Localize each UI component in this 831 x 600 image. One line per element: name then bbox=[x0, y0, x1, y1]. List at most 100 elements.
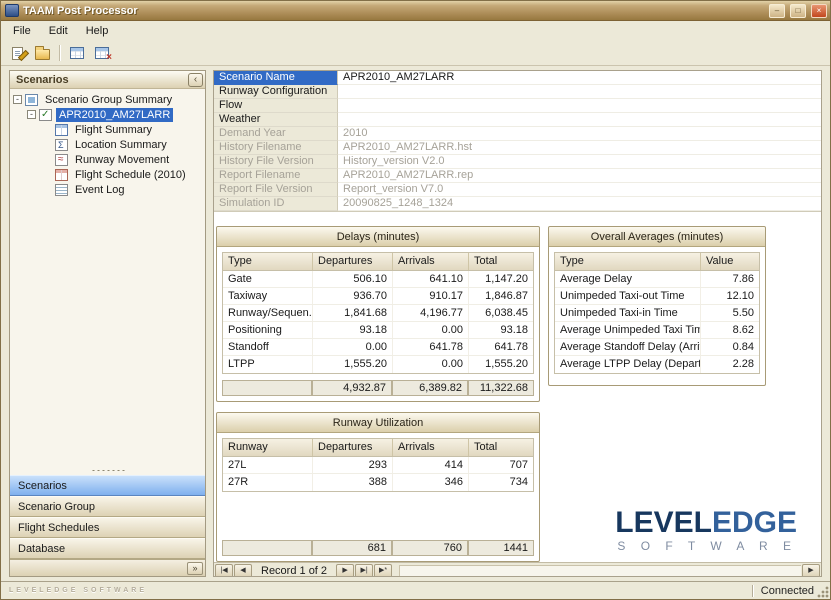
runway-title: Runway Utilization bbox=[217, 413, 539, 433]
tree-item[interactable]: - Runway Movement bbox=[10, 152, 205, 167]
averages-table-row: Average LTPP Delay (Departures) 2.28 bbox=[555, 356, 759, 373]
property-label: Flow bbox=[214, 99, 338, 113]
runway-table-row: 27R 388 346 734 bbox=[223, 474, 533, 491]
last-record-button[interactable]: ▶| bbox=[355, 564, 373, 577]
property-row[interactable]: History File Version History_version V2.… bbox=[214, 155, 821, 169]
property-label: Simulation ID bbox=[214, 197, 338, 211]
status-separator bbox=[752, 585, 753, 597]
tree-item[interactable]: - Flight Schedule (2010) bbox=[10, 167, 205, 182]
sidebar-overflow-button[interactable]: » bbox=[187, 562, 203, 575]
resize-grip[interactable] bbox=[816, 585, 829, 598]
delays-table-row: LTPP 1,555.20 0.00 1,555.20 bbox=[223, 356, 533, 373]
column-header: Arrivals bbox=[393, 439, 469, 456]
tree-item[interactable]: - Event Log bbox=[10, 182, 205, 197]
sidebar-nav-button[interactable]: Flight Schedules bbox=[10, 517, 205, 538]
property-value: Report_version V7.0 bbox=[338, 183, 821, 197]
runway-totals-row: 681 760 1441 bbox=[222, 540, 534, 556]
property-row[interactable]: Flow bbox=[214, 99, 821, 113]
column-header: Value bbox=[701, 253, 759, 270]
new-record-button[interactable]: ▶* bbox=[374, 564, 392, 577]
sidebar-nav-button[interactable]: Database bbox=[10, 538, 205, 559]
minimize-button[interactable]: – bbox=[769, 4, 785, 18]
property-row[interactable]: Weather bbox=[214, 113, 821, 127]
tree-item-icon bbox=[55, 184, 68, 196]
tree-item[interactable]: - Scenario Group Summary bbox=[10, 92, 205, 107]
menu-item[interactable]: Help bbox=[77, 23, 118, 40]
summary-boxes-row: Delays (minutes) Type Departures Arrival… bbox=[216, 226, 821, 402]
property-label: Scenario Name bbox=[214, 71, 338, 85]
open-folder-icon bbox=[35, 49, 50, 60]
edit-report-button[interactable] bbox=[6, 43, 28, 63]
property-label: Report Filename bbox=[214, 169, 338, 183]
table-icon bbox=[70, 47, 84, 59]
leveledge-logo: LEVELEDGE S O F T W A R E bbox=[615, 508, 797, 552]
sidebar-nav-button[interactable]: Scenario Group bbox=[10, 496, 205, 517]
first-record-button[interactable]: |◀ bbox=[215, 564, 233, 577]
property-row[interactable]: Report File Version Report_version V7.0 bbox=[214, 183, 821, 197]
delays-table-row: Runway/Sequen... 1,841.68 4,196.77 6,038… bbox=[223, 305, 533, 322]
column-header: Total bbox=[469, 439, 533, 456]
app-window: TAAM Post Processor – □ × File Edit Help… bbox=[0, 0, 831, 600]
tree-item[interactable]: - Flight Summary bbox=[10, 122, 205, 137]
maximize-button[interactable]: □ bbox=[790, 4, 806, 18]
property-value bbox=[338, 99, 821, 113]
delays-table-row: Taxiway 936.70 910.17 1,846.87 bbox=[223, 288, 533, 305]
column-header: Runway bbox=[223, 439, 313, 456]
close-table-button[interactable] bbox=[91, 43, 113, 63]
tree-item-icon bbox=[25, 94, 38, 106]
property-value: 2010 bbox=[338, 127, 821, 141]
property-label: Runway Configuration bbox=[214, 85, 338, 99]
property-row[interactable]: History Filename APR2010_AM27LARR.hst bbox=[214, 141, 821, 155]
tree-expander-icon[interactable]: - bbox=[27, 110, 36, 119]
logo-edge-text: EDGE bbox=[712, 506, 797, 539]
averages-table-row: Average Unimpeded Taxi Time 8.62 bbox=[555, 322, 759, 339]
scenario-tree: - Scenario Group Summary - APR2010_AM27L… bbox=[10, 89, 205, 466]
tree-expander-icon[interactable]: - bbox=[13, 95, 22, 104]
menu-bar: File Edit Help bbox=[1, 21, 830, 41]
property-value: APR2010_AM27LARR bbox=[338, 71, 821, 85]
sidebar-nav-button[interactable]: Scenarios bbox=[10, 475, 205, 496]
property-row[interactable]: Report Filename APR2010_AM27LARR.rep bbox=[214, 169, 821, 183]
prev-record-button[interactable]: ◀ bbox=[234, 564, 252, 577]
tree-item-label: Flight Summary bbox=[72, 123, 155, 137]
open-button[interactable] bbox=[31, 43, 53, 63]
averages-table-row: Unimpeded Taxi-out Time 12.10 bbox=[555, 288, 759, 305]
delays-table-header: Type Departures Arrivals Total bbox=[223, 253, 533, 271]
delays-table-row: Positioning 93.18 0.00 93.18 bbox=[223, 322, 533, 339]
sidebar-footer: » bbox=[10, 559, 205, 576]
horizontal-scrollbar-track[interactable] bbox=[399, 565, 801, 578]
tree-item-icon bbox=[55, 139, 68, 151]
property-label: Report File Version bbox=[214, 183, 338, 197]
close-button[interactable]: × bbox=[811, 4, 827, 18]
scenario-properties-grid: Scenario Name APR2010_AM27LARR Runway Co… bbox=[214, 71, 821, 212]
menu-item[interactable]: File bbox=[4, 23, 40, 40]
scroll-right-button[interactable]: ▶ bbox=[802, 564, 820, 577]
logo-level-text: LEVEL bbox=[615, 506, 712, 539]
tree-item-icon bbox=[55, 169, 68, 181]
property-label: Weather bbox=[214, 113, 338, 127]
averages-title: Overall Averages (minutes) bbox=[549, 227, 765, 247]
property-value bbox=[338, 85, 821, 99]
averages-table-header: Type Value bbox=[555, 253, 759, 271]
property-row[interactable]: Demand Year 2010 bbox=[214, 127, 821, 141]
window-title: TAAM Post Processor bbox=[23, 5, 764, 17]
column-header: Total bbox=[469, 253, 533, 270]
property-row[interactable]: Scenario Name APR2010_AM27LARR bbox=[214, 71, 821, 85]
property-row[interactable]: Simulation ID 20090825_1248_1324 bbox=[214, 197, 821, 211]
tree-item-icon bbox=[39, 109, 52, 121]
tree-item[interactable]: - Location Summary bbox=[10, 137, 205, 152]
property-row[interactable]: Runway Configuration bbox=[214, 85, 821, 99]
next-record-button[interactable]: ▶ bbox=[336, 564, 354, 577]
tree-item-label: Flight Schedule (2010) bbox=[72, 168, 189, 182]
collapse-panel-button[interactable]: ‹ bbox=[188, 73, 203, 87]
tree-item[interactable]: - APR2010_AM27LARR bbox=[10, 107, 205, 122]
runway-table-header: Runway Departures Arrivals Total bbox=[223, 439, 533, 457]
sidebar-nav: Scenarios Scenario Group Flight Schedule… bbox=[10, 475, 205, 559]
sidebar-splitter-handle[interactable] bbox=[10, 466, 205, 475]
runway-groupbox: Runway Utilization Runway Departures Arr… bbox=[216, 412, 540, 562]
show-table-button[interactable] bbox=[66, 43, 88, 63]
menu-item[interactable]: Edit bbox=[40, 23, 77, 40]
tree-item-label: Scenario Group Summary bbox=[42, 93, 175, 107]
record-position-label: Record 1 of 2 bbox=[253, 565, 335, 577]
tree-item-label: Runway Movement bbox=[72, 153, 172, 167]
